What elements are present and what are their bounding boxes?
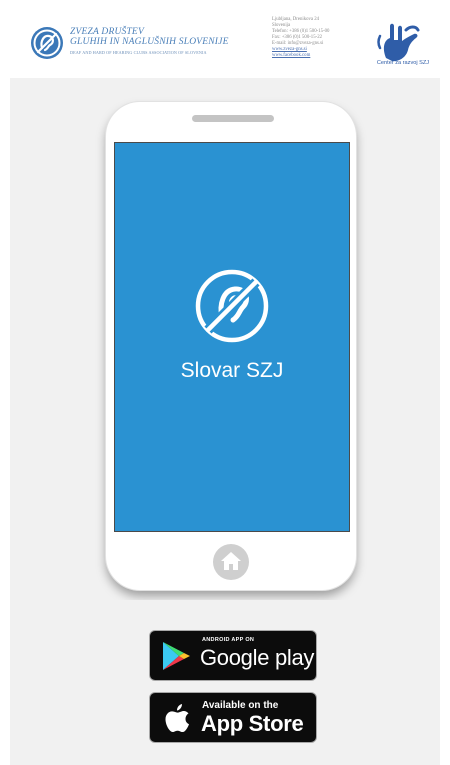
- app-store-badge[interactable]: Available on the App Store: [149, 692, 317, 743]
- app-store-label: App Store: [201, 711, 304, 736]
- google-play-icon: [163, 642, 190, 670]
- facebook-link[interactable]: www.facebook.com: [272, 53, 362, 59]
- app-title: Slovar SZJ: [180, 359, 284, 382]
- ear-logo-icon: [31, 27, 63, 59]
- apple-icon: [165, 704, 189, 732]
- contact-info: Ljubljana, Drenikova 24 Slovenija Telefo…: [272, 17, 362, 59]
- org-name-line1: ZVEZA DRUŠTEV: [70, 27, 144, 37]
- phone-speaker: [192, 115, 274, 122]
- phone-screen: Slovar SZJ: [114, 142, 350, 532]
- google-play-badge[interactable]: ANDROID APP ON Google play: [149, 630, 317, 681]
- store-area: ANDROID APP ON Google play Available on …: [10, 600, 440, 765]
- home-icon: [221, 552, 241, 570]
- app-store-caption: Available on the: [202, 700, 279, 711]
- phone-mockup: Slovar SZJ: [106, 102, 356, 590]
- home-button[interactable]: [213, 544, 249, 580]
- org-name: ZVEZA DRUŠTEV GLUHIH IN NAGLUŠNIH SLOVEN…: [70, 27, 270, 58]
- content-panel: Slovar SZJ: [10, 78, 440, 600]
- header: ZVEZA DRUŠTEV GLUHIH IN NAGLUŠNIH SLOVEN…: [0, 0, 450, 78]
- org-name-english: DEAF AND HARD OF HEARING CLUBS ASSOCIATI…: [70, 50, 207, 55]
- center-label: Center za razvoj SZJ: [376, 60, 430, 66]
- org-name-line2: GLUHIH IN NAGLUŠNIH SLOVENIJE: [70, 37, 229, 47]
- google-play-caption: ANDROID APP ON: [202, 637, 255, 643]
- google-play-label: Google play: [200, 645, 315, 670]
- hearing-loss-icon: [195, 269, 269, 343]
